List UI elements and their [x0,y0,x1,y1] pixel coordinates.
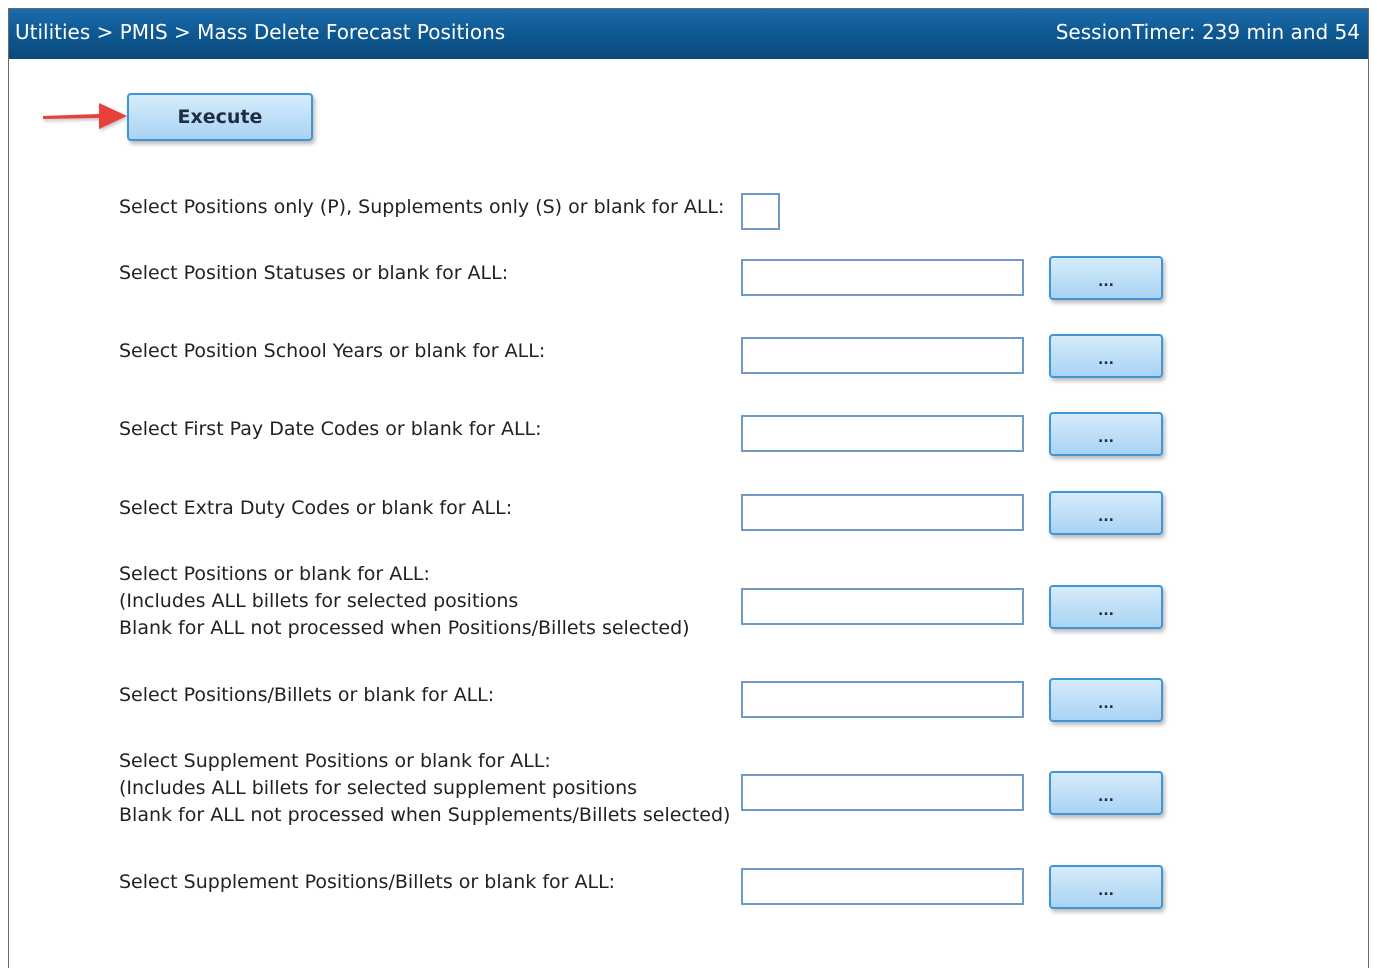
filter-label-supplement-positions: Select Supplement Positions or blank for… [119,748,730,829]
label-line: Select Positions/Billets or blank for AL… [119,684,495,706]
filter-label-position-statuses: Select Position Statuses or blank for AL… [119,260,508,287]
positions-billets-input[interactable] [741,681,1024,718]
filter-label-positions: Select Positions or blank for ALL: (Incl… [119,561,690,642]
label-line: Select Position Statuses or blank for AL… [119,262,509,284]
position-statuses-input[interactable] [741,259,1024,296]
school-years-lookup-button[interactable]: ... [1049,334,1163,378]
supplement-positions-lookup-button[interactable]: ... [1049,771,1163,815]
label-line: Select Extra Duty Codes or blank for ALL… [119,497,513,519]
positions-billets-lookup-button[interactable]: ... [1049,678,1163,722]
pointer-arrow-icon [43,103,127,129]
label-line: Select First Pay Date Codes or blank for… [119,418,542,440]
label-line: Select Positions or blank for ALL: [119,563,430,585]
breadcrumb: Utilities > PMIS > Mass Delete Forecast … [15,20,506,44]
positions-input[interactable] [741,588,1024,625]
position-type-input[interactable] [741,193,780,230]
label-line: (Includes ALL billets for selected posit… [119,590,519,612]
label-line: (Includes ALL billets for selected suppl… [119,777,638,799]
label-line: Blank for ALL not processed when Supplem… [119,804,731,826]
label-line: Select Supplement Positions/Billets or b… [119,871,616,893]
execute-button[interactable]: Execute [127,93,313,141]
filter-label-first-pay-date: Select First Pay Date Codes or blank for… [119,416,542,443]
app-window: Utilities > PMIS > Mass Delete Forecast … [8,8,1369,968]
filter-label-positions-billets: Select Positions/Billets or blank for AL… [119,682,494,709]
school-years-input[interactable] [741,337,1024,374]
label-line: Select Positions only (P), Supplements o… [119,196,725,218]
filter-label-supplement-billets: Select Supplement Positions/Billets or b… [119,869,615,896]
supplement-positions-input[interactable] [741,774,1024,811]
supplement-billets-lookup-button[interactable]: ... [1049,865,1163,909]
session-timer: SessionTimer: 239 min and 54 [1055,20,1360,44]
filter-label-extra-duty: Select Extra Duty Codes or blank for ALL… [119,495,512,522]
label-line: Select Supplement Positions or blank for… [119,750,551,772]
filter-label-position-type: Select Positions only (P), Supplements o… [119,194,724,221]
title-bar: Utilities > PMIS > Mass Delete Forecast … [9,9,1368,59]
label-line: Blank for ALL not processed when Positio… [119,617,690,639]
first-pay-date-lookup-button[interactable]: ... [1049,412,1163,456]
supplement-billets-input[interactable] [741,868,1024,905]
filter-label-school-years: Select Position School Years or blank fo… [119,338,545,365]
label-line: Select Position School Years or blank fo… [119,340,546,362]
positions-lookup-button[interactable]: ... [1049,585,1163,629]
extra-duty-input[interactable] [741,494,1024,531]
first-pay-date-input[interactable] [741,415,1024,452]
position-statuses-lookup-button[interactable]: ... [1049,256,1163,300]
extra-duty-lookup-button[interactable]: ... [1049,491,1163,535]
